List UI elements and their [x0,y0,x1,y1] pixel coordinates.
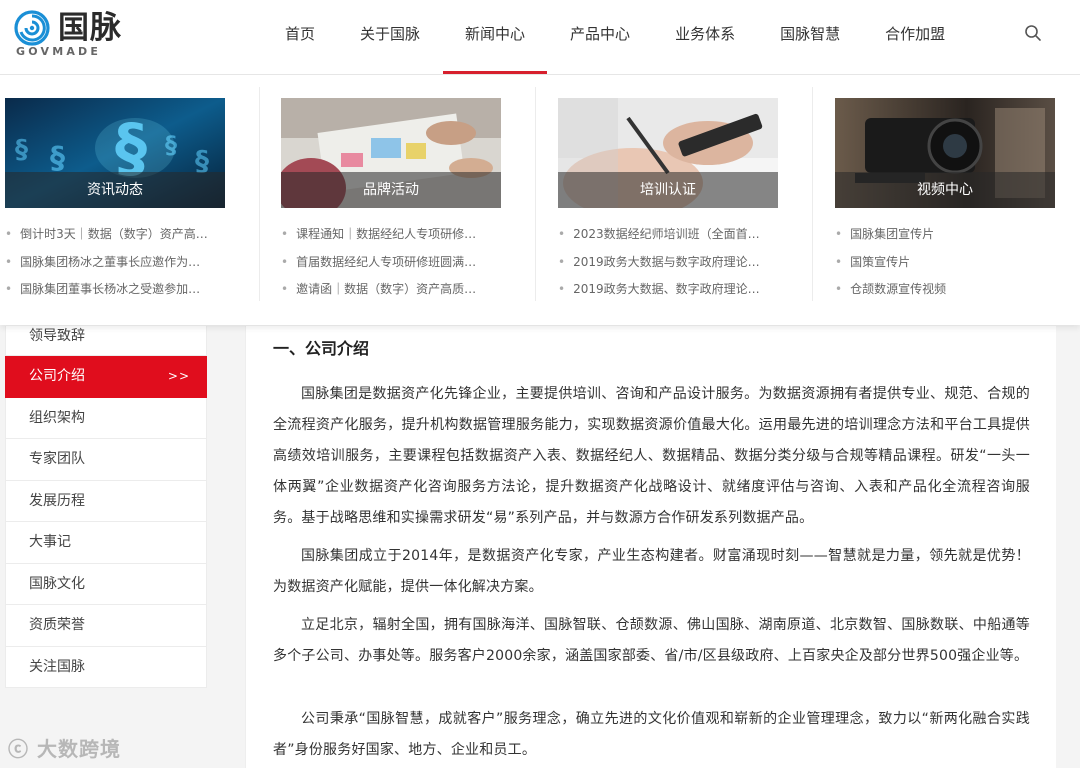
thumb-caption: 品牌活动 [281,172,501,208]
column-divider [812,87,813,301]
sidebar-item-company-intro[interactable]: 公司介绍 >> [5,356,207,398]
list-item[interactable]: 邀请函｜数据（数字）资产高质… [281,276,511,304]
svg-text:§: § [15,135,28,165]
logo-mark-icon [14,10,50,46]
column-divider [535,87,536,301]
list-item[interactable]: 倒计时3天｜数据（数字）资产高… [5,221,235,249]
intro-paragraph-4: 公司秉承“国脉智慧，成就客户”服务理念，确立先进的文化价值观和崭新的企业管理理念… [273,711,1030,758]
sidebar-item-org-structure[interactable]: 组织架构 [5,397,207,439]
list-item[interactable]: 国策宣传片 [835,249,1065,277]
list-item[interactable]: 2019政务大数据、数字政府理论… [558,276,788,304]
thumb-news-updates[interactable]: § § § § § 资讯动态 [5,98,225,208]
video-link-list: 国脉集团宣传片 国策宣传片 仓颉数源宣传视频 [835,221,1065,304]
list-item[interactable]: 2023数据经纪师培训班（全面首… [558,221,788,249]
dropdown-column-brand: 品牌活动 课程通知｜数据经纪人专项研修… 首届数据经纪人专项研修班圆满… 邀请函… [276,75,536,325]
brand-link-list: 课程通知｜数据经纪人专项研修… 首届数据经纪人专项研修班圆满… 邀请函｜数据（数… [281,221,511,304]
news-link-list: 倒计时3天｜数据（数字）资产高… 国脉集团杨冰之董事长应邀作为… 国脉集团董事长… [5,221,235,304]
svg-text:§: § [50,141,65,176]
about-sidebar: 领导致辞 公司介绍 >> 组织架构 专家团队 发展历程 大事记 国脉文化 资质荣… [5,326,207,688]
thumb-caption: 培训认证 [558,172,778,208]
intro-paragraph-3: 立足北京，辐射全国，拥有国脉海洋、国脉智联、仓颉数源、佛山国脉、湖南原道、北京数… [273,617,1030,664]
list-item[interactable]: 课程通知｜数据经纪人专项研修… [281,221,511,249]
intro-paragraph-2: 国脉集团成立于2014年，是数据资产化专家，产业生态构建者。财富涌现时刻——智慧… [273,548,1030,595]
intro-paragraph-1: 国脉集团是数据资产化先锋企业，主要提供培训、咨询和产品设计服务。为数据资源拥有者… [273,386,1030,526]
list-item[interactable]: 国脉集团宣传片 [835,221,1065,249]
column-divider [259,87,260,301]
nav-item-home[interactable]: 首页 [285,0,315,74]
nav-item-business[interactable]: 业务体系 [675,0,735,74]
section-heading: 一、公司介绍 [273,339,370,358]
list-item[interactable]: 国脉集团杨冰之董事长应邀作为… [5,249,235,277]
main-nav: 首页 关于国脉 新闻中心 产品中心 业务体系 国脉智慧 合作加盟 [268,0,945,74]
sidebar-item-culture[interactable]: 国脉文化 [5,563,207,605]
thumb-caption: 视频中心 [835,172,1055,208]
dropdown-column-news: § § § § § 资讯动态 倒计时3天｜数据（数字）资产高… 国脉集团杨冰之董… [0,75,260,325]
thumb-brand-events[interactable]: 品牌活动 [281,98,501,208]
sidebar-item-history[interactable]: 发展历程 [5,480,207,522]
thumb-training-cert[interactable]: 培训认证 [558,98,778,208]
dropdown-column-video: 视频中心 国脉集团宣传片 国策宣传片 仓颉数源宣传视频 [830,75,1080,325]
sidebar-item-expert-team[interactable]: 专家团队 [5,439,207,481]
sidebar-item-honors[interactable]: 资质荣誉 [5,605,207,647]
list-item[interactable]: 仓颉数源宣传视频 [835,276,1065,304]
sidebar-item-leader-speech[interactable]: 领导致辞 [5,326,207,356]
training-link-list: 2023数据经纪师培训班（全面首… 2019政务大数据与数字政府理论… 2019… [558,221,788,304]
logo-text-en: GOVMADE [16,45,102,58]
nav-item-join[interactable]: 合作加盟 [885,0,945,74]
list-item[interactable]: 2019政务大数据与数字政府理论… [558,249,788,277]
watermark: ⓒ 大数跨境 [8,733,121,762]
thumb-caption: 资讯动态 [5,172,225,208]
search-icon[interactable] [1024,24,1042,42]
brand-logo[interactable]: 国脉 GOVMADE [14,8,134,60]
sidebar-item-follow[interactable]: 关注国脉 [5,646,207,688]
nav-item-wisdom[interactable]: 国脉智慧 [780,0,840,74]
company-intro-content: 一、公司介绍 国脉集团是数据资产化先锋企业，主要提供培训、咨询和产品设计服务。为… [245,326,1056,768]
active-arrow: >> [167,369,190,383]
news-dropdown-menu: § § § § § 资讯动态 倒计时3天｜数据（数字）资产高… 国脉集团杨冰之董… [0,75,1080,325]
sidebar-item-label: 公司介绍 [29,368,85,384]
watermark-icon: ⓒ [8,737,37,761]
dropdown-column-training: 培训认证 2023数据经纪师培训班（全面首… 2019政务大数据与数字政府理论…… [553,75,813,325]
nav-item-about[interactable]: 关于国脉 [360,0,420,74]
sidebar-item-milestones[interactable]: 大事记 [5,522,207,564]
thumb-video-center[interactable]: 视频中心 [835,98,1055,208]
list-item[interactable]: 首届数据经纪人专项研修班圆满… [281,249,511,277]
nav-item-products[interactable]: 产品中心 [570,0,630,74]
site-header: 国脉 GOVMADE 首页 关于国脉 新闻中心 产品中心 业务体系 国脉智慧 合… [0,0,1080,75]
logo-text-cn: 国脉 [58,10,122,46]
watermark-text: 大数跨境 [36,737,121,761]
list-item[interactable]: 国脉集团董事长杨冰之受邀参加… [5,276,235,304]
nav-item-news[interactable]: 新闻中心 [443,0,548,74]
